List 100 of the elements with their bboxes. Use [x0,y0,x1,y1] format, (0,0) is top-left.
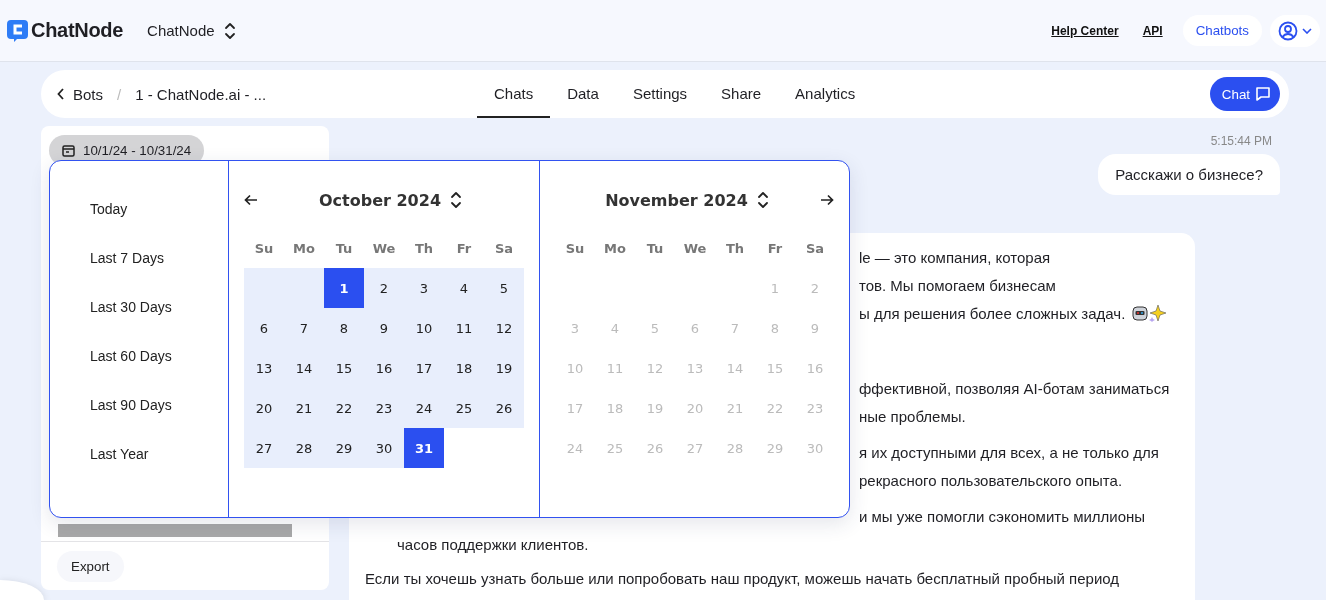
calendar-day: 18 [595,388,635,428]
weekday-label: Th [724,239,746,258]
header-link[interactable]: Help Center [1051,23,1119,38]
calendar-day: 9 [795,308,835,348]
calendar-day[interactable]: 3 [404,268,444,308]
nav-tab[interactable]: Data [550,70,616,118]
calendar-day: 17 [555,388,595,428]
weekday-label: Th [413,239,435,258]
calendar-day[interactable]: 17 [404,348,444,388]
calendar-day[interactable]: 11 [444,308,484,348]
calendar-day[interactable]: 30 [364,428,404,468]
calendar-day[interactable]: 27 [244,428,284,468]
breadcrumb-link[interactable]: Bots [73,85,103,103]
date-preset-option[interactable]: Last Year [50,434,228,483]
date-preset-option[interactable]: Last 60 Days [50,336,228,385]
calendar-day: 8 [755,308,795,348]
calendar-day: 29 [755,428,795,468]
weekday-label: Tu [334,239,354,258]
logo-icon [7,19,28,42]
message-text: Если ты хочешь узнать больше или попробовать наш продукт, можешь начать бесплатный пробный период [365,569,1120,587]
calendar-day: 27 [675,428,715,468]
nav-tab[interactable]: Chats [477,70,551,118]
calendar-day[interactable]: 19 [484,348,524,388]
calendar-day[interactable]: 29 [324,428,364,468]
calendar-day[interactable]: 5 [484,268,524,308]
date-preset-option[interactable]: Last 90 Days [50,385,228,434]
chevron-up-down-icon[interactable] [755,191,770,209]
nav-tab[interactable]: Analytics [778,70,873,118]
chevron-up-down-icon [222,21,237,40]
date-preset-option[interactable]: Today [50,189,228,238]
weekday-label: We [371,239,397,258]
calendar-day[interactable]: 2 [364,268,404,308]
breadcrumb-separator: / [117,85,122,103]
calendar-day[interactable]: 26 [484,388,524,428]
weekday-label: Su [564,239,586,258]
calendar-day[interactable]: 7 [284,308,324,348]
calendar-day[interactable]: 4 [444,268,484,308]
previous-month-arrow-icon[interactable] [244,194,258,206]
user-message-bubble: Расскажи о бизнесе? [1098,154,1280,195]
logo-text: ChatNode [31,19,124,42]
calendar-day: 14 [715,348,755,388]
calendar-day[interactable]: 21 [284,388,324,428]
month-title[interactable]: November 2024 [605,190,748,210]
nav-tab[interactable]: Share [704,70,779,118]
caret-icon [1302,27,1312,34]
calendar-day[interactable]: 13 [244,348,284,388]
calendar-day[interactable]: 6 [244,308,284,348]
month-title[interactable]: October 2024 [319,190,441,210]
sparkles-icon [1149,304,1168,322]
calendar-day[interactable]: 24 [404,388,444,428]
breadcrumb-current: 1 - ChatNode.ai - ... [135,85,267,103]
calendar-day[interactable]: 15 [324,348,364,388]
calendar-day[interactable]: 22 [324,388,364,428]
calendar-day[interactable]: 9 [364,308,404,348]
calendar-day[interactable]: 25 [444,388,484,428]
account-menu-button[interactable] [1270,14,1320,47]
chat-bubble-icon [1255,86,1271,102]
chevron-up-down-icon[interactable] [449,191,463,209]
export-button[interactable]: Export [57,551,124,582]
calendar-day: 16 [795,348,835,388]
calendar-day[interactable]: 14 [284,348,324,388]
message-text: ффективной, позволяя AI-ботам заниматься [859,379,1170,397]
calendar-day[interactable]: 1 [324,268,364,308]
back-chevron-icon[interactable] [57,88,65,100]
calendar-day: 12 [635,348,675,388]
calendar-day[interactable]: 10 [404,308,444,348]
message-text: ные проблемы. [859,407,966,425]
message-text: и мы уже помогли сэкономить миллионы [859,507,1146,525]
workspace-selector[interactable]: ChatNode [147,21,237,40]
calendar-day: 21 [715,388,755,428]
message-timestamp: 5:15:44 PM [1210,134,1272,148]
weekday-label: Tu [645,239,665,258]
calendar-day[interactable]: 23 [364,388,404,428]
message-text: le — это компания, которая [859,248,1051,266]
weekday-label: We [682,239,708,258]
calendar-day: 6 [675,308,715,348]
calendar-day[interactable]: 20 [244,388,284,428]
calendar-day: 2 [795,268,835,308]
date-preset-option[interactable]: Last 30 Days [50,287,228,336]
calendar-day[interactable]: 8 [324,308,364,348]
calendar-day[interactable]: 28 [284,428,324,468]
calendar-day: 4 [595,308,635,348]
date-preset-option[interactable]: Last 7 Days [50,238,228,287]
calendar-day: 7 [715,308,755,348]
chatbots-button[interactable]: Chatbots [1182,15,1262,46]
calendar-day[interactable]: 12 [484,308,524,348]
nav-tab[interactable]: Settings [615,70,705,118]
calendar-day: 23 [795,388,835,428]
weekday-label: Su [253,239,275,258]
calendar-day[interactable]: 31 [404,428,444,468]
calendar-day[interactable]: 16 [364,348,404,388]
calendar-day: 10 [555,348,595,388]
weekday-label: Sa [804,239,826,258]
next-month-arrow-icon[interactable] [820,194,834,206]
calendar-day: 1 [755,268,795,308]
chat-button[interactable]: Chat [1209,77,1280,111]
calendar-day[interactable]: 18 [444,348,484,388]
calendar-day: 5 [635,308,675,348]
weekday-label: Fr [455,239,473,258]
header-link[interactable]: API [1142,23,1163,38]
